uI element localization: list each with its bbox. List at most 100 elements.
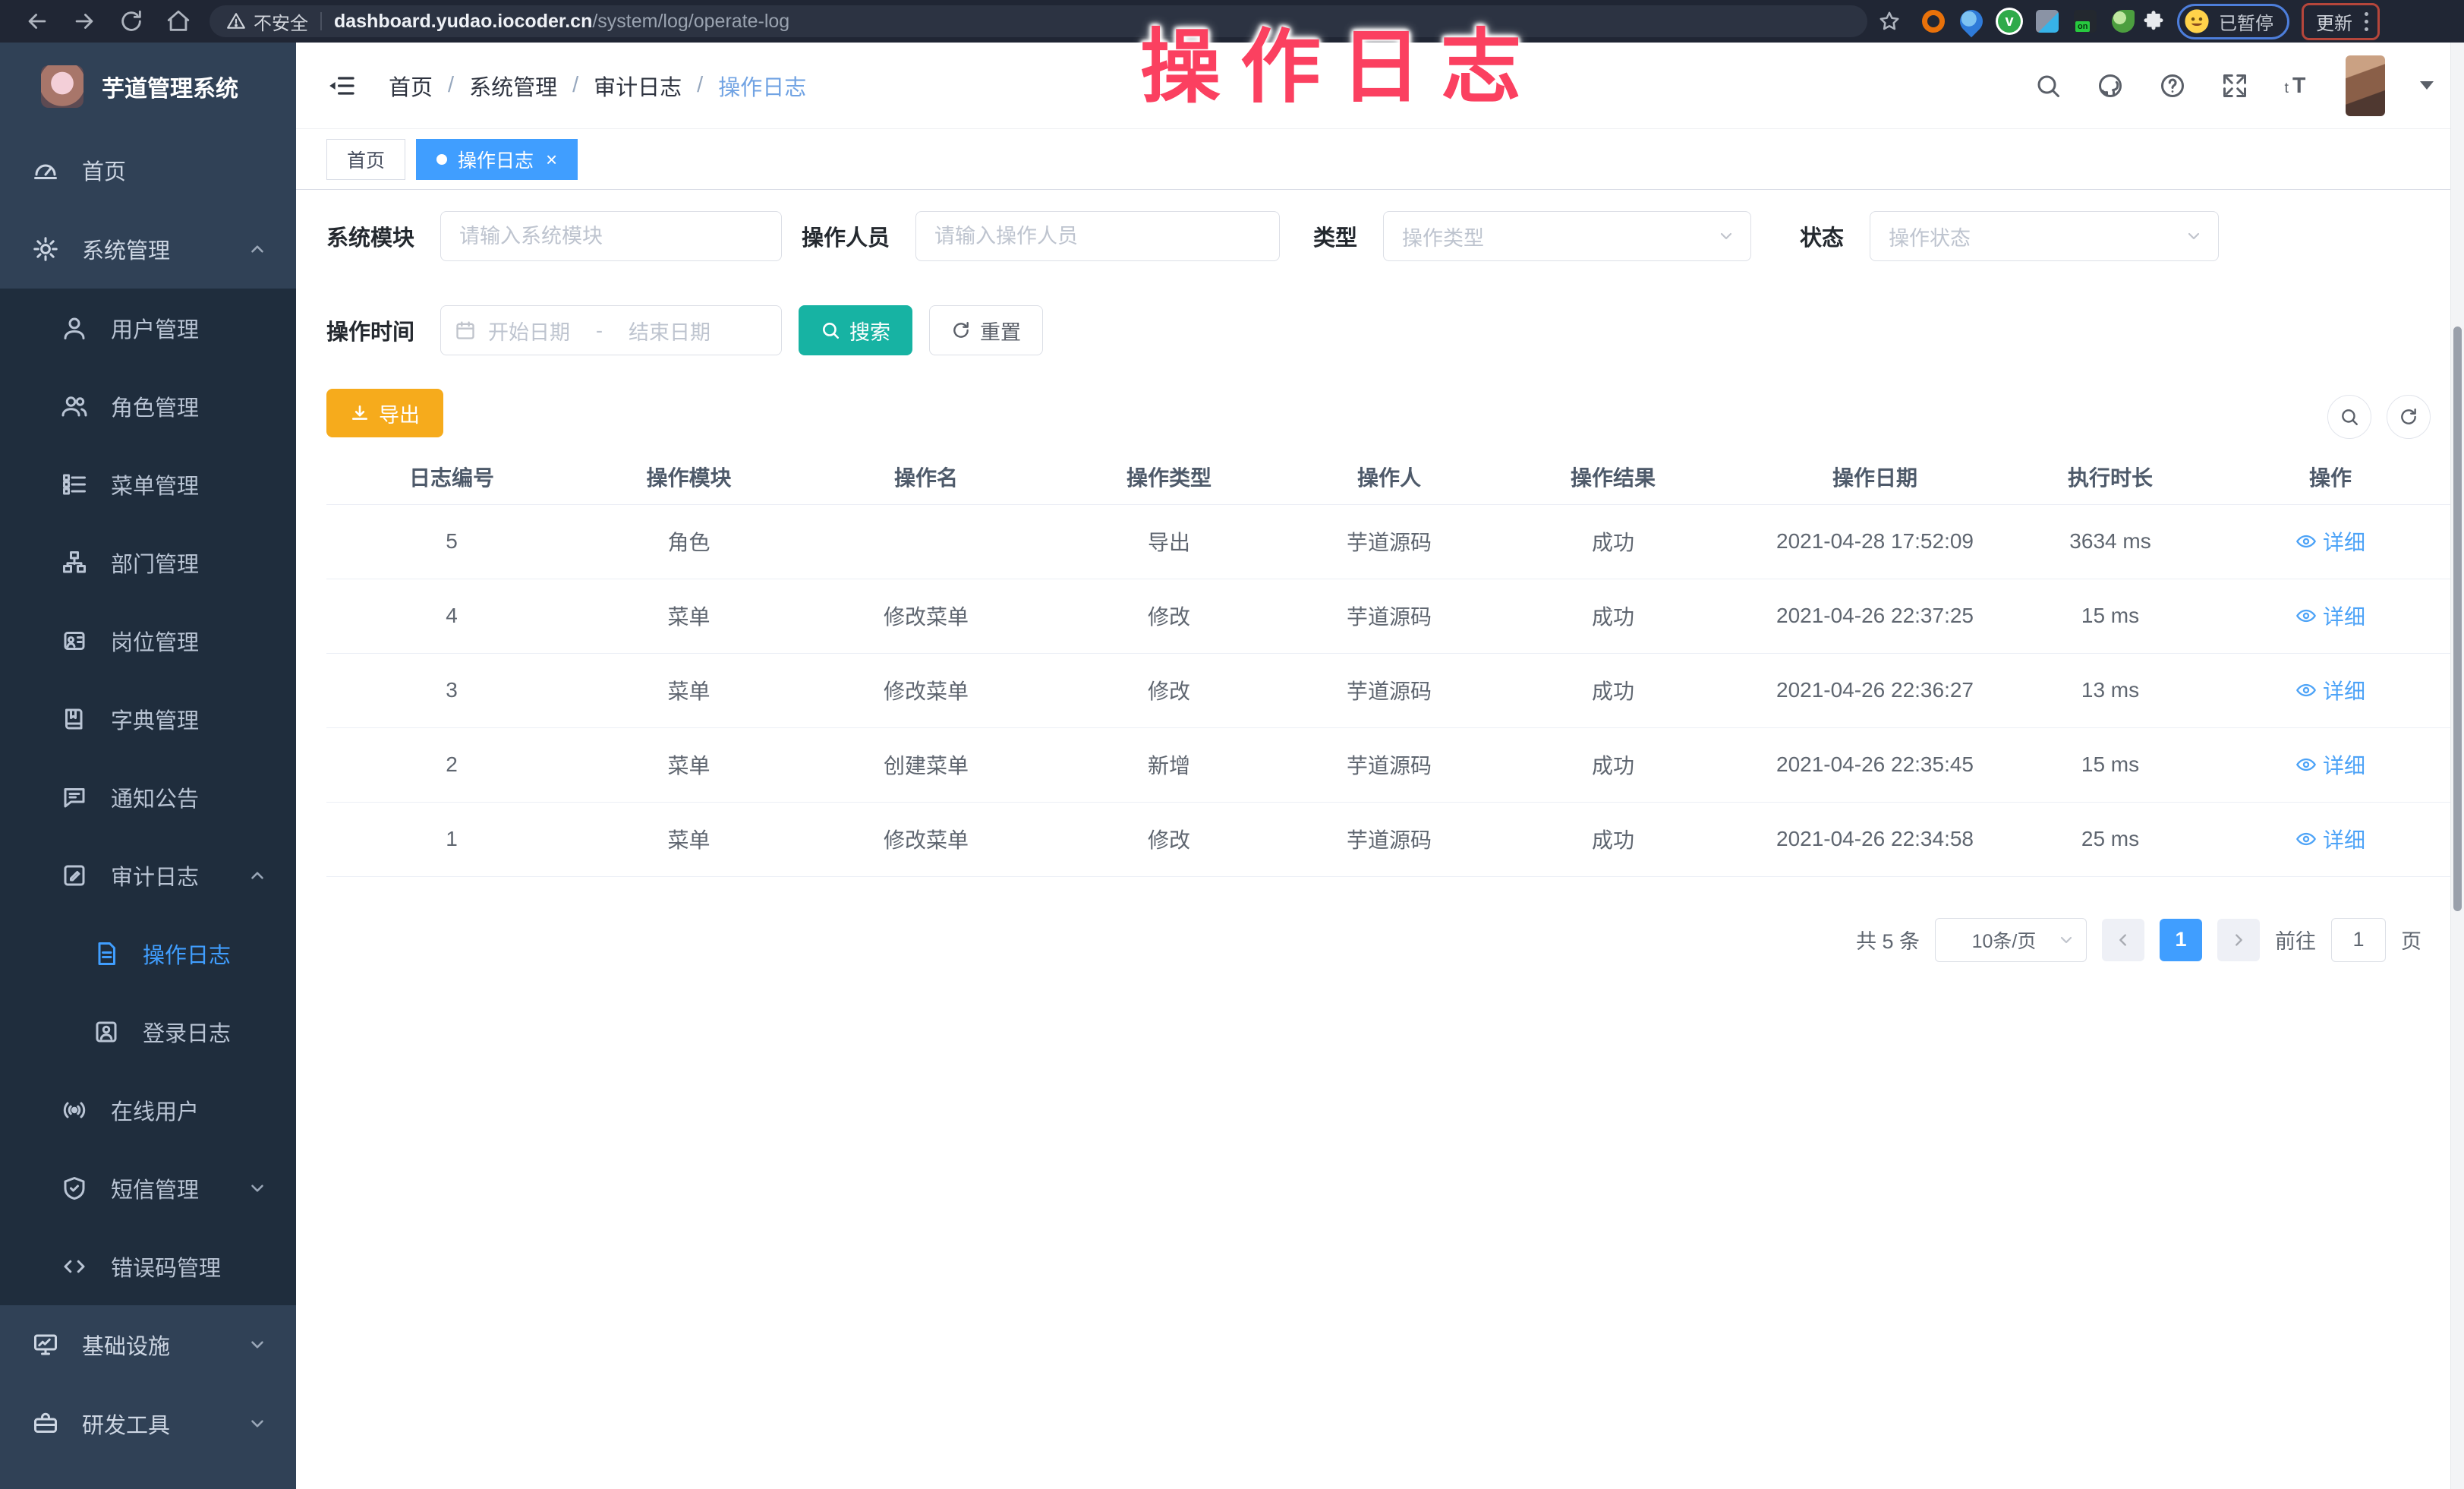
sidebar-item-sms-management[interactable]: 短信管理 [0, 1149, 296, 1227]
cell-duration: 3634 ms [2015, 504, 2205, 579]
sidebar-item-department-management[interactable]: 部门管理 [0, 523, 296, 601]
export-button[interactable]: 导出 [326, 389, 443, 437]
scrollbar-thumb[interactable] [2453, 327, 2462, 911]
eye-icon [2295, 531, 2317, 552]
help-icon[interactable] [2159, 72, 2186, 99]
breadcrumb-item[interactable]: 首页 [389, 70, 433, 102]
fullscreen-icon[interactable] [2221, 72, 2248, 99]
emoji-avatar [2184, 8, 2210, 34]
detail-link[interactable]: 详细 [2295, 824, 2365, 854]
eye-icon [2295, 754, 2317, 775]
operator-input[interactable] [915, 211, 1280, 261]
profile-paused-pill[interactable]: 已暂停 [2177, 4, 2289, 39]
extension-icon[interactable] [1955, 5, 1987, 37]
extension-icon[interactable] [1922, 10, 1945, 33]
sidebar-item-home[interactable]: 首页 [0, 131, 296, 210]
detail-link[interactable]: 详细 [2295, 601, 2365, 631]
filter-label-time: 操作时间 [326, 314, 414, 346]
cell-date: 2021-04-28 17:52:09 [1735, 504, 2015, 579]
org-tree-icon [61, 549, 88, 576]
search-icon[interactable] [2034, 72, 2062, 99]
extension-icon[interactable]: on [2074, 10, 2097, 33]
tab-home[interactable]: 首页 [326, 139, 405, 180]
sidebar-item-audit-log[interactable]: 审计日志 [0, 836, 296, 914]
col-result: 操作结果 [1492, 450, 1735, 504]
bookmark-star-icon[interactable] [1878, 10, 1901, 33]
sidebar-item-post-management[interactable]: 岗位管理 [0, 601, 296, 680]
sidebar-item-infrastructure[interactable]: 基础设施 [0, 1305, 296, 1384]
date-range-picker[interactable]: 开始日期 - 结束日期 [440, 305, 782, 355]
login-log-icon [93, 1018, 120, 1046]
reset-button[interactable]: 重置 [929, 305, 1043, 355]
extensions-puzzle-icon[interactable] [2142, 10, 2165, 33]
calendar-icon [455, 320, 476, 341]
breadcrumb-separator: / [572, 73, 578, 98]
detail-link[interactable]: 详细 [2295, 526, 2365, 557]
prev-page-button[interactable] [2102, 919, 2144, 961]
user-menu-caret-icon[interactable] [2420, 81, 2434, 90]
type-select[interactable]: 操作类型 [1383, 211, 1751, 261]
sidebar-item-system-management[interactable]: 系统管理 [0, 210, 296, 289]
extension-icon[interactable] [2112, 10, 2135, 33]
chevron-down-icon [247, 1335, 267, 1355]
sidebar-item-online-users[interactable]: 在线用户 [0, 1071, 296, 1149]
page-size-select[interactable]: 10条/页 [1935, 918, 2087, 962]
sidebar-item-menu-management[interactable]: 菜单管理 [0, 445, 296, 523]
chevron-right-icon [2230, 932, 2247, 948]
home-icon[interactable] [165, 8, 191, 34]
sidebar-item-role-management[interactable]: 角色管理 [0, 367, 296, 445]
breadcrumb-item[interactable]: 审计日志 [594, 70, 682, 102]
show-search-button[interactable] [2327, 395, 2371, 439]
cell-operator: 芋道源码 [1287, 504, 1492, 579]
goto-page-input[interactable] [2331, 918, 2386, 962]
app-logo [41, 65, 83, 108]
chevron-up-icon [247, 239, 267, 259]
detail-link[interactable]: 详细 [2295, 675, 2365, 705]
address-bar[interactable]: 不安全 dashboard.yudao.iocoder.cn /system/l… [210, 5, 1867, 37]
breadcrumb-item[interactable]: 系统管理 [469, 70, 557, 102]
breadcrumb: 首页 / 系统管理 / 审计日志 / 操作日志 [389, 70, 806, 102]
extension-icon[interactable] [2036, 10, 2059, 33]
sidebar-item-user-management[interactable]: 用户管理 [0, 289, 296, 367]
github-icon[interactable] [2097, 72, 2124, 99]
sidebar-item-login-log[interactable]: 登录日志 [0, 992, 296, 1071]
user-avatar[interactable] [2346, 55, 2385, 116]
search-button[interactable]: 搜索 [799, 305, 912, 355]
tab-close-icon[interactable] [546, 150, 557, 169]
font-size-icon[interactable]: tT [2283, 72, 2311, 99]
cell-log-id: 3 [326, 653, 577, 727]
kebab-menu-icon[interactable] [2365, 12, 2368, 31]
page-number-button[interactable]: 1 [2160, 919, 2202, 961]
table-row: 3 菜单 修改菜单 修改 芋道源码 成功 2021-04-26 22:36:27… [326, 653, 2456, 727]
cell-log-id: 2 [326, 727, 577, 802]
sidebar-item-dev-tools[interactable]: 研发工具 [0, 1384, 296, 1463]
page-scrollbar[interactable] [2450, 43, 2464, 1489]
app-logo-row[interactable]: 芋道管理系统 [0, 43, 296, 131]
paused-label: 已暂停 [2219, 8, 2273, 35]
module-input[interactable] [440, 211, 782, 261]
sidebar-item-label: 操作日志 [143, 938, 231, 970]
refresh-table-button[interactable] [2387, 395, 2431, 439]
search-icon [821, 320, 840, 340]
collapse-sidebar-icon[interactable] [326, 71, 357, 101]
sidebar-item-label: 用户管理 [111, 312, 199, 344]
cell-result: 成功 [1492, 802, 1735, 876]
sidebar-item-dict-management[interactable]: 字典管理 [0, 680, 296, 758]
col-log-id: 日志编号 [326, 450, 577, 504]
forward-icon[interactable] [71, 8, 97, 34]
reload-icon[interactable] [118, 8, 144, 34]
back-icon[interactable] [24, 8, 50, 34]
sidebar-item-operate-log[interactable]: 操作日志 [0, 914, 296, 992]
app-title: 芋道管理系统 [102, 70, 238, 103]
browser-update-menu[interactable]: 更新 [2302, 3, 2380, 40]
extension-icon[interactable]: v [1998, 10, 2021, 33]
detail-link[interactable]: 详细 [2295, 749, 2365, 780]
next-page-button[interactable] [2217, 919, 2260, 961]
sidebar-item-error-code-management[interactable]: 错误码管理 [0, 1227, 296, 1305]
cell-operator: 芋道源码 [1287, 802, 1492, 876]
tab-operate-log[interactable]: 操作日志 [416, 139, 578, 180]
warning-icon [226, 11, 246, 31]
chevron-down-icon [247, 1414, 267, 1434]
status-select[interactable]: 操作状态 [1870, 211, 2219, 261]
sidebar-item-notice[interactable]: 通知公告 [0, 758, 296, 836]
